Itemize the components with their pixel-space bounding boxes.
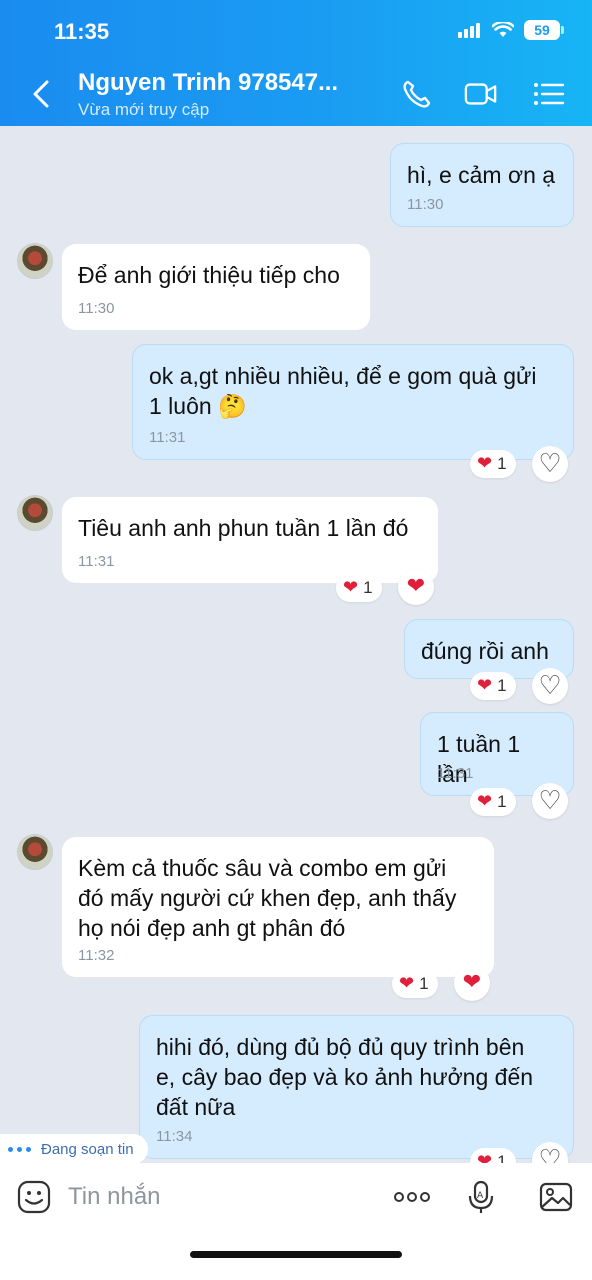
phone-icon[interactable] <box>400 78 434 110</box>
heart-reaction-icon <box>399 974 414 994</box>
menu-list-icon[interactable] <box>532 78 566 110</box>
message-time: 11:31 <box>149 429 186 446</box>
outgoing-message[interactable]: ok a,gt nhiều nhiều, để e gom quà gửi 1 … <box>132 344 574 460</box>
message-text: đúng rồi anh <box>421 638 549 664</box>
outgoing-message[interactable]: hihi đó, dùng đủ bộ đủ quy trình bên e, … <box>139 1015 574 1159</box>
message-text: hì, e cảm ơn ạ <box>407 162 556 188</box>
incoming-message[interactable]: Tiêu anh anh phun tuần 1 lần đó 11:31 <box>62 497 438 583</box>
react-heart-filled-button[interactable] <box>454 965 490 1001</box>
reaction-count-label: 1 <box>497 454 507 473</box>
cellular-signal-icon <box>458 23 480 38</box>
message-text: 1 luôn 🤔 <box>149 393 247 419</box>
message-time: 11:30 <box>407 196 444 213</box>
battery-indicator: 59 <box>524 20 564 40</box>
react-heart-outline-button[interactable] <box>532 783 568 819</box>
heart-reaction-icon <box>343 578 358 598</box>
reaction-count-label: 1 <box>363 578 373 597</box>
typing-dots-icon <box>8 1146 31 1152</box>
reaction-count-label: 1 <box>497 676 507 695</box>
video-call-icon[interactable] <box>464 78 498 110</box>
heart-reaction-icon <box>477 454 492 474</box>
message-time: 11:31 <box>437 765 474 782</box>
message-text: họ nói đẹp anh gt phân đó <box>78 915 346 941</box>
reaction-count[interactable]: 1 <box>470 788 516 816</box>
reaction-count-label: 1 <box>497 792 507 811</box>
message-input[interactable]: Tin nhắn <box>68 1183 161 1211</box>
message-composer: Tin nhắn A <box>0 1163 592 1280</box>
message-text: Tiêu anh anh phun tuần 1 lần đó <box>78 515 409 541</box>
chat-header: 11:35 59 Nguyen Trinh 978547... Vừa mới … <box>0 0 592 126</box>
message-text: Để anh giới thiệu tiếp cho <box>78 262 340 288</box>
message-list[interactable]: hì, e cảm ơn ạ 11:30 Để anh giới thiệu t… <box>0 126 592 1163</box>
reaction-count[interactable]: 1 <box>336 574 382 602</box>
contact-avatar[interactable] <box>17 495 53 531</box>
outgoing-message[interactable]: hì, e cảm ơn ạ 11:30 <box>390 143 574 227</box>
message-text: đó mấy người cứ khen đẹp, anh thấy <box>78 885 457 911</box>
heart-outline-icon <box>538 1147 561 1163</box>
contact-avatar[interactable] <box>17 243 53 279</box>
reaction-count-label: 1 <box>497 1152 507 1163</box>
home-indicator <box>190 1251 402 1258</box>
reaction-count-label: 1 <box>419 974 429 993</box>
react-heart-outline-button[interactable] <box>532 446 568 482</box>
heart-outline-icon <box>538 788 561 814</box>
heart-outline-icon <box>538 451 561 477</box>
wifi-icon <box>492 22 514 37</box>
react-heart-filled-button[interactable] <box>398 569 434 605</box>
message-time: 11:34 <box>156 1128 193 1145</box>
svg-text:A: A <box>477 1191 484 1201</box>
heart-filled-icon <box>407 576 425 598</box>
status-time: 11:35 <box>54 19 110 44</box>
contact-avatar[interactable] <box>17 834 53 870</box>
typing-indicator: Đang soạn tin <box>0 1134 148 1164</box>
incoming-message[interactable]: Để anh giới thiệu tiếp cho 11:30 <box>62 244 370 330</box>
heart-outline-icon <box>538 673 561 699</box>
voice-input-icon[interactable]: A <box>464 1179 500 1215</box>
typing-indicator-label: Đang soạn tin <box>41 1140 134 1158</box>
contact-name[interactable]: Nguyen Trinh 978547... <box>78 69 338 97</box>
more-options-icon[interactable] <box>392 1179 432 1215</box>
message-text: đất nữa <box>156 1094 236 1120</box>
heart-reaction-icon <box>477 792 492 812</box>
message-time: 11:30 <box>78 300 115 317</box>
message-text: hihi đó, dùng đủ bộ đủ quy trình bên <box>156 1034 525 1060</box>
sticker-icon[interactable] <box>16 1179 52 1215</box>
message-text: ok a,gt nhiều nhiều, để e gom quà gửi <box>149 363 537 389</box>
message-time: 11:32 <box>78 947 115 964</box>
heart-filled-icon <box>463 972 481 994</box>
reaction-count[interactable]: 1 <box>470 1148 516 1163</box>
incoming-message[interactable]: Kèm cả thuốc sâu và combo em gửi đó mấy … <box>62 837 494 977</box>
react-heart-outline-button[interactable] <box>532 668 568 704</box>
status-icons: 59 <box>458 20 564 40</box>
heart-reaction-icon <box>477 1152 492 1163</box>
message-text: Kèm cả thuốc sâu và combo em gửi <box>78 855 447 881</box>
reaction-count[interactable]: 1 <box>470 672 516 700</box>
message-time: 11:31 <box>78 553 115 570</box>
reaction-count[interactable]: 1 <box>470 450 516 478</box>
image-gallery-icon[interactable] <box>538 1179 574 1215</box>
message-text: e, cây bao đẹp và ko ảnh hưởng đến <box>156 1064 534 1090</box>
heart-reaction-icon <box>477 676 492 696</box>
reaction-count[interactable]: 1 <box>392 970 438 998</box>
contact-status: Vừa mới truy cập <box>78 100 210 119</box>
back-chevron-icon[interactable] <box>28 78 54 110</box>
